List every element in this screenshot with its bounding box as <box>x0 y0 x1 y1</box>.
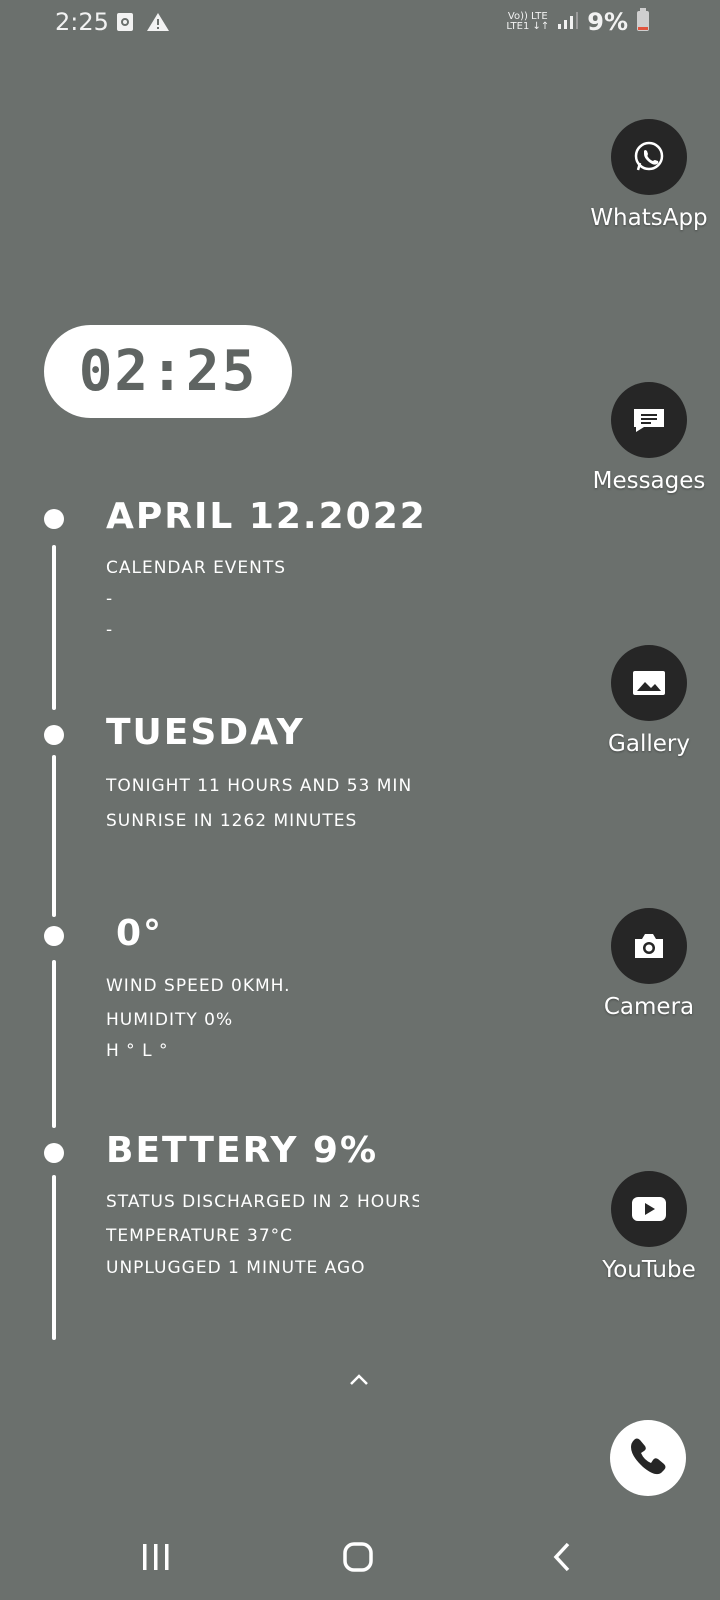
app-label: YouTube <box>602 1257 696 1283</box>
battery-icon <box>636 8 650 36</box>
app-label: Gallery <box>608 731 690 757</box>
calendar-events-label: CALENDAR EVENTS <box>106 558 287 578</box>
volte-indicator: Vo)) LTE LTE1 ↓↑ <box>506 11 550 32</box>
back-button[interactable] <box>552 1541 572 1577</box>
signal-icon <box>557 10 579 34</box>
app-label: Camera <box>603 994 695 1020</box>
battery-percent: 9% <box>587 8 628 36</box>
timeline-dot <box>44 509 64 529</box>
chevron-up-icon[interactable] <box>348 1372 370 1391</box>
timeline-dot <box>44 725 64 745</box>
status-time: 2:25 <box>55 8 109 36</box>
timeline-line <box>52 1175 56 1340</box>
app-gallery[interactable]: Gallery <box>584 645 714 757</box>
warning-icon <box>146 12 170 36</box>
messages-icon[interactable] <box>611 382 687 458</box>
wind-speed: WIND SPEED 0KMH. <box>106 976 291 996</box>
clock-widget[interactable]: 02:25 <box>44 325 292 418</box>
app-label: WhatsApp <box>590 205 708 231</box>
app-whatsapp[interactable]: WhatsApp <box>584 119 714 231</box>
battery-temperature: TEMPERATURE 37°C <box>106 1226 294 1246</box>
battery-title: BETTERY 9% <box>106 1130 379 1171</box>
date-title: APRIL 12.2022 <box>106 496 427 537</box>
camera-icon[interactable] <box>611 908 687 984</box>
gallery-icon[interactable] <box>611 645 687 721</box>
youtube-icon[interactable] <box>611 1171 687 1247</box>
phone-button[interactable] <box>610 1420 686 1496</box>
timeline-line <box>52 960 56 1128</box>
calendar-event-item: - <box>106 589 114 609</box>
unplugged-info: UNPLUGGED 1 MINUTE AGO <box>106 1258 366 1278</box>
night-duration: TONIGHT 11 HOURS AND 53 MIN <box>106 776 413 796</box>
temperature-title: 0° <box>116 913 164 954</box>
status-right: Vo)) LTE LTE1 ↓↑ 9% <box>506 8 650 36</box>
high-low: H ° L ° <box>106 1041 169 1061</box>
humidity: HUMIDITY 0% <box>106 1010 234 1030</box>
day-title: TUESDAY <box>106 712 305 753</box>
sunrise-info: SUNRISE IN 1262 MINUTES <box>106 811 358 831</box>
app-messages[interactable]: Messages <box>584 382 714 494</box>
home-button[interactable] <box>342 1541 374 1577</box>
screen-record-icon <box>116 12 134 36</box>
app-camera[interactable]: Camera <box>584 908 714 1020</box>
timeline-line <box>52 755 56 917</box>
battery-status: STATUS DISCHARGED IN 2 HOURS <box>106 1192 419 1212</box>
app-youtube[interactable]: YouTube <box>584 1171 714 1283</box>
clock-time: 02:25 <box>78 339 258 404</box>
app-label: Messages <box>592 468 706 494</box>
phone-icon <box>626 1434 670 1482</box>
timeline-dot <box>44 926 64 946</box>
timeline-line <box>52 545 56 710</box>
calendar-event-item: - <box>106 620 114 640</box>
timeline-dot <box>44 1143 64 1163</box>
whatsapp-icon[interactable] <box>611 119 687 195</box>
recent-apps-button[interactable] <box>140 1542 172 1576</box>
